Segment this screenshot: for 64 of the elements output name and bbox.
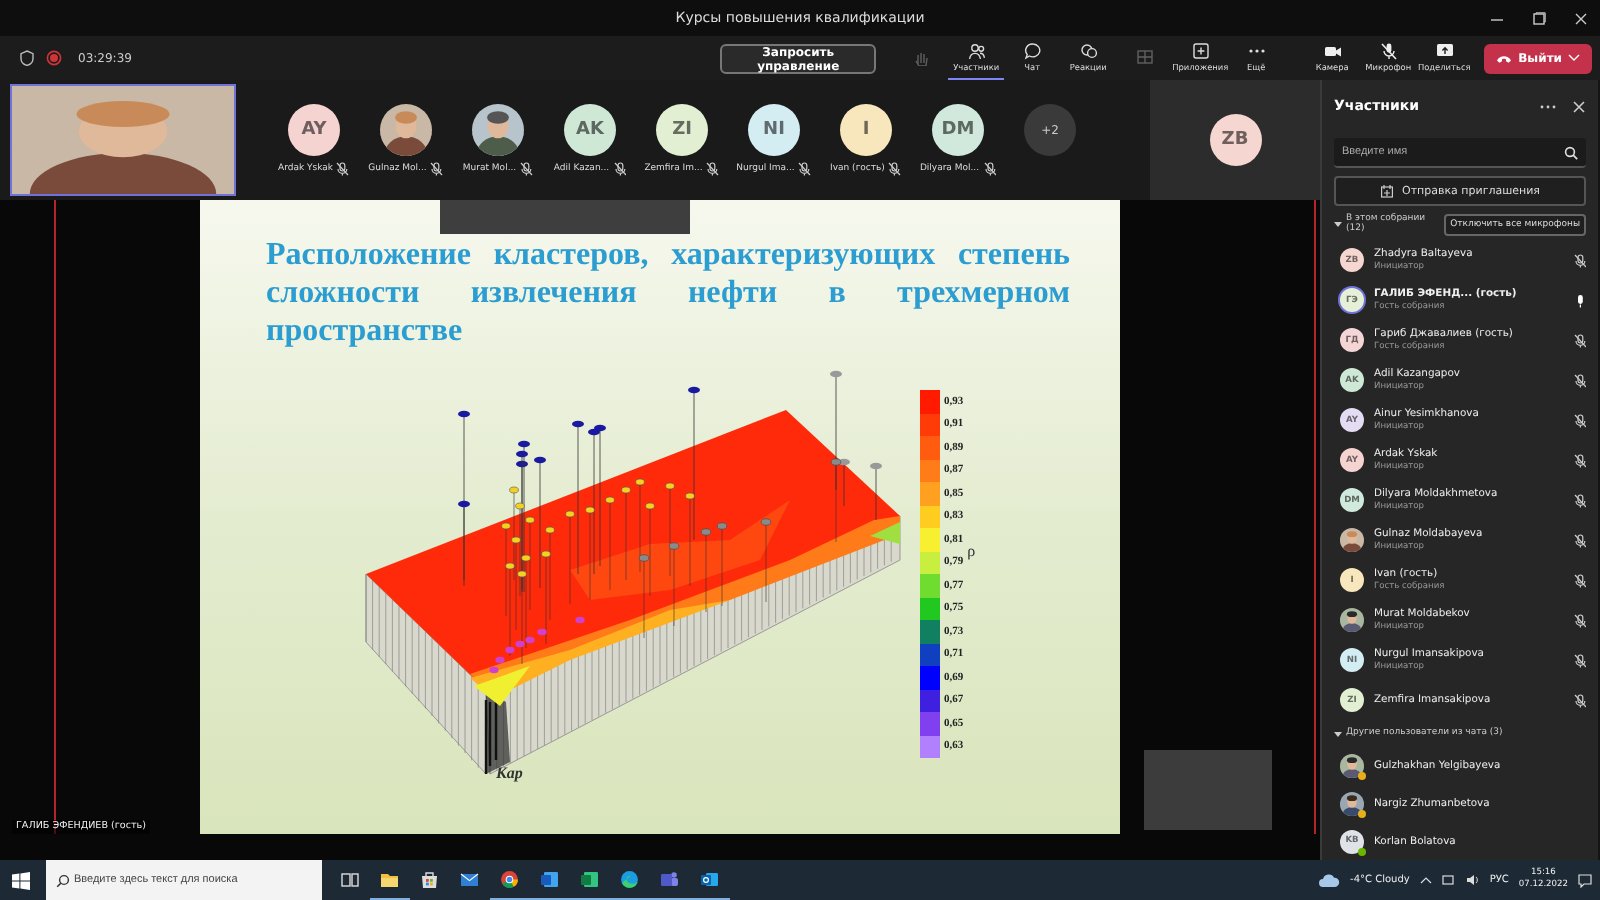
muted-mic-icon [430,162,444,176]
raised-hand-icon [911,48,930,66]
video-tile [1144,750,1272,830]
spreadsheet-icon [580,869,600,889]
folder-icon [380,869,400,889]
avatar: ZB [1209,114,1261,166]
muted-mic-icon [336,162,350,176]
speaker-icon[interactable] [1465,874,1480,886]
browser-icon [620,869,640,889]
browser-icon [500,869,520,889]
legend-title: ρ [967,542,976,560]
task-view-icon [340,869,360,889]
marker-pin [870,462,882,521]
muted-mic-icon [613,162,627,176]
camera-icon [1323,42,1342,60]
restore-icon[interactable] [1532,11,1546,25]
slide-title: Расположение кластеров, характеризующих степень сложности извлечения нефти в трехмерном пространстве [266,236,1070,350]
recording-icon [46,50,62,66]
avatar: AY [288,104,340,156]
document-icon [540,869,560,889]
muted-mic-icon [888,162,902,176]
muted-mic-icon [520,162,534,176]
muted-mic-icon [706,162,720,176]
more-icon[interactable] [1540,103,1556,109]
share-icon [1435,42,1454,60]
caret-icon [1568,54,1580,62]
plus-icon [1191,42,1210,60]
marker-dot [575,616,585,624]
contour-patch [474,666,530,706]
marker-pin [716,522,728,607]
chevron-icon[interactable] [1419,876,1432,884]
windows-logo-icon[interactable] [12,871,30,889]
avatar: AK [564,104,616,156]
search-icon [56,873,70,887]
shield-icon [20,50,34,66]
contour-patch [870,522,900,544]
close-icon[interactable] [1574,11,1588,25]
collapse-icon[interactable] [1334,730,1342,738]
notification-icon[interactable] [1578,873,1592,887]
muted-mic-icon [983,162,997,176]
close-icon[interactable] [1572,99,1586,113]
avatar: I [840,104,892,156]
chat-icon [1023,42,1042,60]
mail-icon [460,869,480,889]
mail-icon [700,869,720,889]
marker-pin [621,486,631,581]
phone-icon [1496,53,1513,63]
collapse-icon[interactable] [1334,220,1342,228]
muted-mic-icon [798,162,812,176]
calendar-icon [1379,184,1394,198]
people-icon [660,869,680,889]
axis-label: Кар [496,764,523,782]
avatar: ZI [656,104,708,156]
people-icon [967,42,986,60]
network-icon[interactable] [1441,874,1456,886]
marker-pin [760,518,772,603]
smiley-icon [1079,42,1098,60]
search-icon [1564,146,1578,160]
avatar: NI [748,104,800,156]
muted-mic-icon [1379,42,1398,60]
cloud-icon[interactable] [1318,873,1341,887]
avatar: DM [932,104,984,156]
store-icon [420,869,440,889]
grid-icon [1135,48,1154,66]
